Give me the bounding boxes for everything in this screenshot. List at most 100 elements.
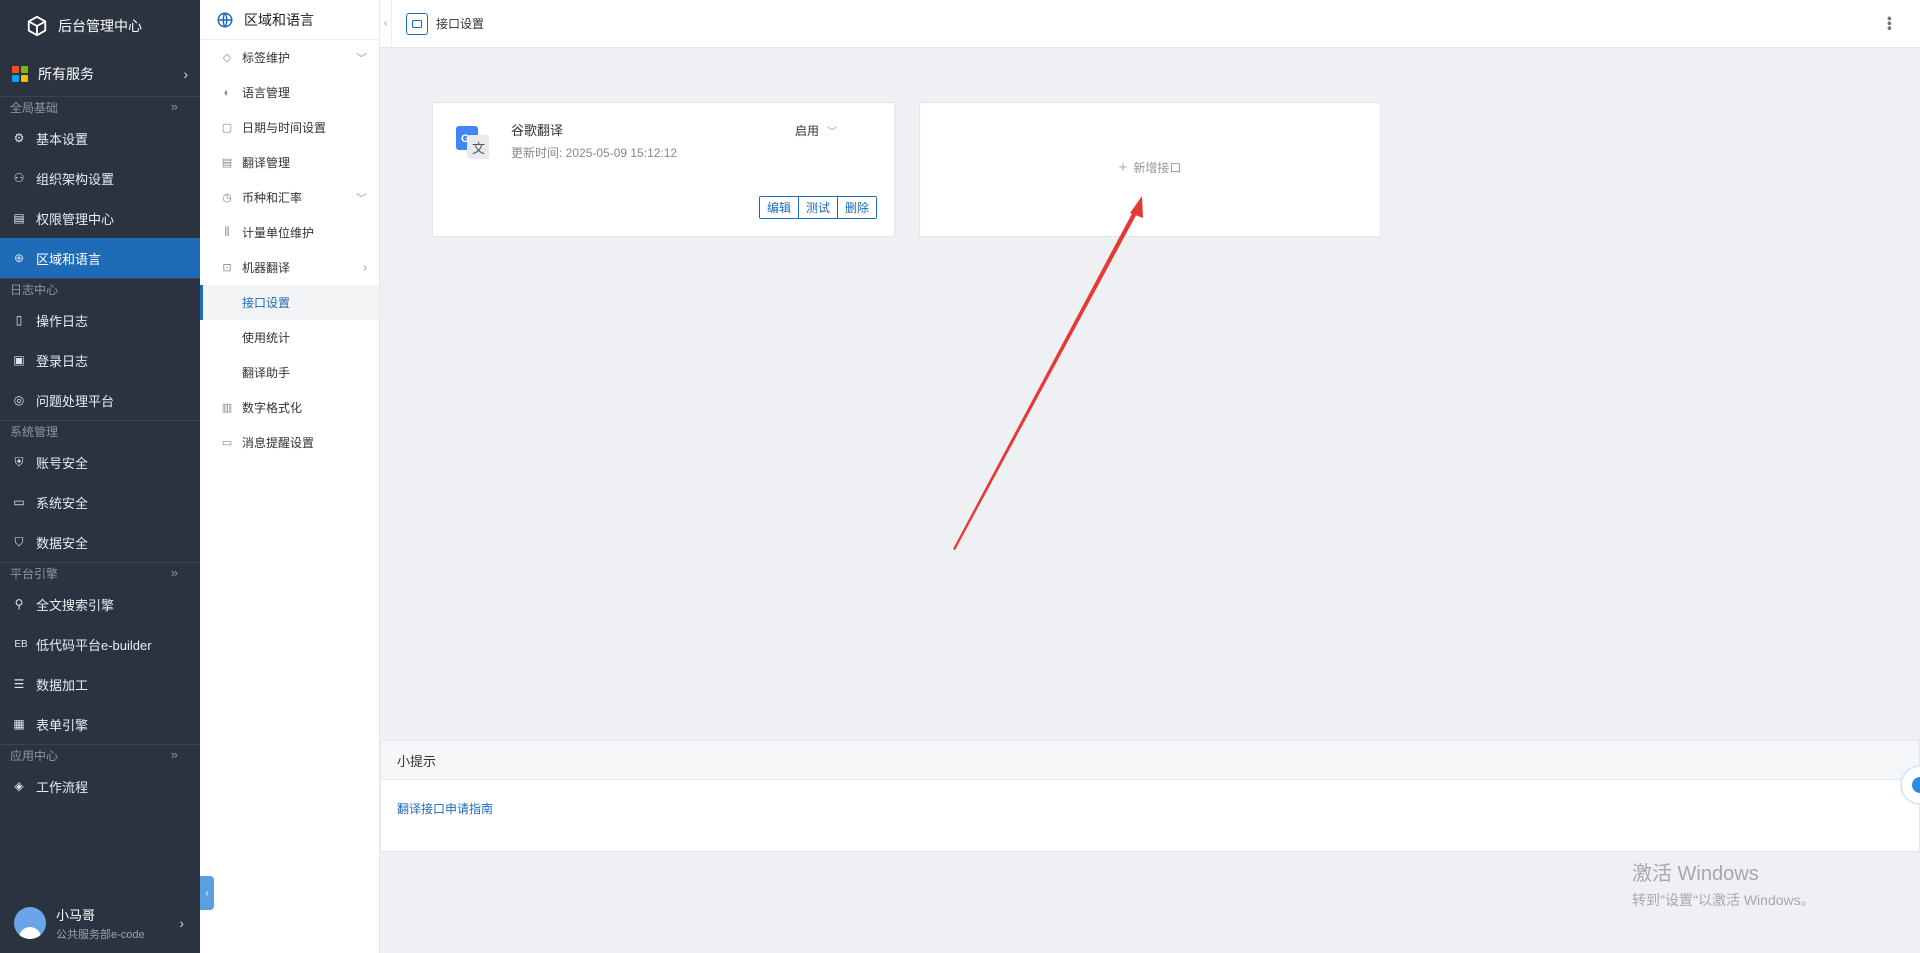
submenu-item-label: 消息提醒设置 (242, 436, 315, 450)
submenu-item-tag-maintenance[interactable]: ◇ 标签维护 ﹀ (200, 40, 379, 75)
sidebar-item-label: 权限管理中心 (36, 211, 115, 227)
all-services-label: 所有服务 (38, 66, 94, 82)
submenu-subitem-translation-assistant[interactable]: 翻译助手 (200, 355, 379, 390)
submenu-item-translation[interactable]: ▤ 翻译管理 (200, 145, 379, 180)
submenu-item-message-reminder[interactable]: ▭ 消息提醒设置 (200, 425, 379, 460)
submenu-title: 区域和语言 (244, 11, 314, 28)
calendar-icon: ▢ (221, 122, 233, 134)
submenu-item-datetime[interactable]: ▢ 日期与时间设置 (200, 110, 379, 145)
sidebar-item-account-security[interactable]: ⛨ 账号安全 (0, 442, 200, 482)
sidebar-item-org[interactable]: ⚇ 组织架构设置 (0, 158, 200, 198)
sidebar-item-label: 全文搜索引擎 (36, 597, 115, 613)
submenu-subitem-label: 使用统计 (242, 331, 291, 345)
sidebar-item-workflow[interactable]: ◈ 工作流程 (0, 766, 200, 806)
number-format-icon: ▥ (221, 402, 233, 414)
group-title[interactable]: 系统管理 (0, 420, 200, 442)
page-icon (406, 12, 428, 35)
sidebar-item-permission[interactable]: ▤ 权限管理中心 (0, 198, 200, 238)
edit-button[interactable]: 编辑 (760, 197, 800, 218)
language-icon: ◐ (223, 86, 231, 99)
helper-icon (1912, 777, 1920, 793)
unit-icon: ⫼ (224, 226, 230, 238)
sidebar-item-operation-log[interactable]: ▯ 操作日志 (0, 300, 200, 340)
collapse-left-button[interactable]: ‹ (380, 0, 392, 48)
submenu-item-label: 日期与时间设置 (242, 121, 327, 135)
sidebar-item-basic-settings[interactable]: ⚙ 基本设置 (0, 118, 200, 158)
api-name: 谷歌翻译 (511, 123, 564, 138)
test-button[interactable]: 测试 (799, 197, 839, 218)
api-actions: 编辑 测试 删除 (759, 196, 878, 219)
group-title[interactable]: 应用中心 » (0, 744, 200, 766)
sidebar-item-label: 登录日志 (36, 353, 89, 369)
org-icon: ⚇ (13, 171, 25, 185)
user-profile[interactable]: 小马哥 公共服务部e-code › (0, 893, 200, 953)
submenu-item-label: 标签维护 (242, 51, 291, 65)
submenu-item-language-management[interactable]: ◐ 语言管理 (200, 75, 379, 110)
chevron-down-icon: ﹀ (356, 192, 367, 205)
user-department: 公共服务部e-code (56, 928, 145, 941)
sidebar-item-label: 数据加工 (36, 677, 89, 693)
sidebar-item-form-engine[interactable]: ▦ 表单引擎 (0, 704, 200, 744)
message-icon: ▭ (221, 437, 233, 449)
currency-icon: ◷ (222, 192, 232, 204)
add-api-button[interactable]: + 新增接口 (1119, 159, 1182, 176)
guide-link[interactable]: 翻译接口申请指南 (397, 802, 493, 816)
status-value: 启用 (795, 124, 820, 138)
add-api-card[interactable]: + 新增接口 (919, 102, 1381, 237)
submenu-item-number-format[interactable]: ▥ 数字格式化 (200, 390, 379, 425)
gear-icon: ⚙ (13, 131, 25, 145)
submenu-item-label: 计量单位维护 (242, 226, 315, 240)
group-title[interactable]: 日志中心 (0, 278, 200, 300)
brand-title: 后台管理中心 (58, 18, 142, 34)
sidebar-item-fulltext-search[interactable]: ⚲ 全文搜索引擎 (0, 584, 200, 624)
shield-icon: ⛨ (14, 454, 24, 469)
group-title[interactable]: 平台引擎 » (0, 562, 200, 584)
sidebar-item-label: 低代码平台e-builder (36, 637, 152, 653)
api-card: G 文 谷歌翻译 更新时间: 2025-05-09 15:12:12 启用 ﹀ … (432, 102, 895, 237)
submenu-subitem-api-settings[interactable]: 接口设置 (200, 285, 379, 320)
group-title[interactable]: 全局基础 » (0, 96, 200, 118)
svg-text:文: 文 (472, 142, 485, 157)
group-title-label: 全局基础 (10, 101, 59, 115)
sidebar-item-login-log[interactable]: ▣ 登录日志 (0, 340, 200, 380)
tag-icon: ◇ (222, 52, 232, 64)
submenu-item-units[interactable]: ⫼ 计量单位维护 (200, 215, 379, 250)
status-select[interactable]: 启用 ﹀ (795, 122, 837, 139)
table-icon: ☰ (13, 677, 25, 691)
sidebar-item-ebuilder[interactable]: EB 低代码平台e-builder (0, 624, 200, 664)
sidebar-item-system-security[interactable]: ▭ 系统安全 (0, 482, 200, 522)
submenu-item-label: 机器翻译 (242, 261, 291, 275)
tips-panel: 小提示 翻译接口申请指南 (380, 740, 1920, 852)
eb-icon: EB (14, 638, 28, 650)
chevron-right-icon: › (363, 261, 367, 274)
chevron-left-icon: ‹ (383, 18, 388, 29)
group-title-label: 平台引擎 (10, 567, 59, 581)
collapse-menu-button[interactable]: ‹ (200, 876, 214, 910)
submenu-header: 区域和语言 (200, 0, 379, 40)
sidebar-item-data-security[interactable]: ⛉ 数据安全 (0, 522, 200, 562)
chevron-right-icon: › (179, 915, 184, 931)
sidebar-item-region-language[interactable]: ⊕ 区域和语言 (0, 238, 200, 278)
sidebar-item-issue-platform[interactable]: ◎ 问题处理平台 (0, 380, 200, 420)
submenu-subitem-usage-stats[interactable]: 使用统计 (200, 320, 379, 355)
translate-icon: ▤ (221, 157, 233, 169)
chevron-right-icon: › (183, 66, 188, 82)
double-chevron-icon: » (170, 99, 178, 114)
delete-button[interactable]: 删除 (838, 197, 877, 218)
submenu-item-machine-translation[interactable]: ⊡ 机器翻译 › (200, 250, 379, 285)
globe-icon (217, 12, 233, 27)
submenu-item-currency[interactable]: ◷ 币种和汇率 ﹀ (200, 180, 379, 215)
brand[interactable]: 后台管理中心 (0, 0, 200, 52)
search-icon: ⚲ (14, 597, 24, 611)
sidebar-item-label: 系统安全 (36, 495, 89, 511)
all-services-button[interactable]: 所有服务 › (0, 52, 200, 96)
sidebar-item-data-processing[interactable]: ☰ 数据加工 (0, 664, 200, 704)
submenu-item-label: 语言管理 (242, 86, 291, 100)
group-title-label: 应用中心 (10, 749, 59, 763)
google-translate-icon: G 文 (456, 126, 489, 159)
sidebar-item-label: 账号安全 (36, 455, 89, 471)
api-update-time: 更新时间: 2025-05-09 15:12:12 (511, 146, 678, 160)
more-options-icon[interactable]: ••• (1882, 16, 1898, 31)
sidebar-item-label: 表单引擎 (36, 717, 89, 733)
submenu-item-label: 翻译管理 (242, 156, 291, 170)
